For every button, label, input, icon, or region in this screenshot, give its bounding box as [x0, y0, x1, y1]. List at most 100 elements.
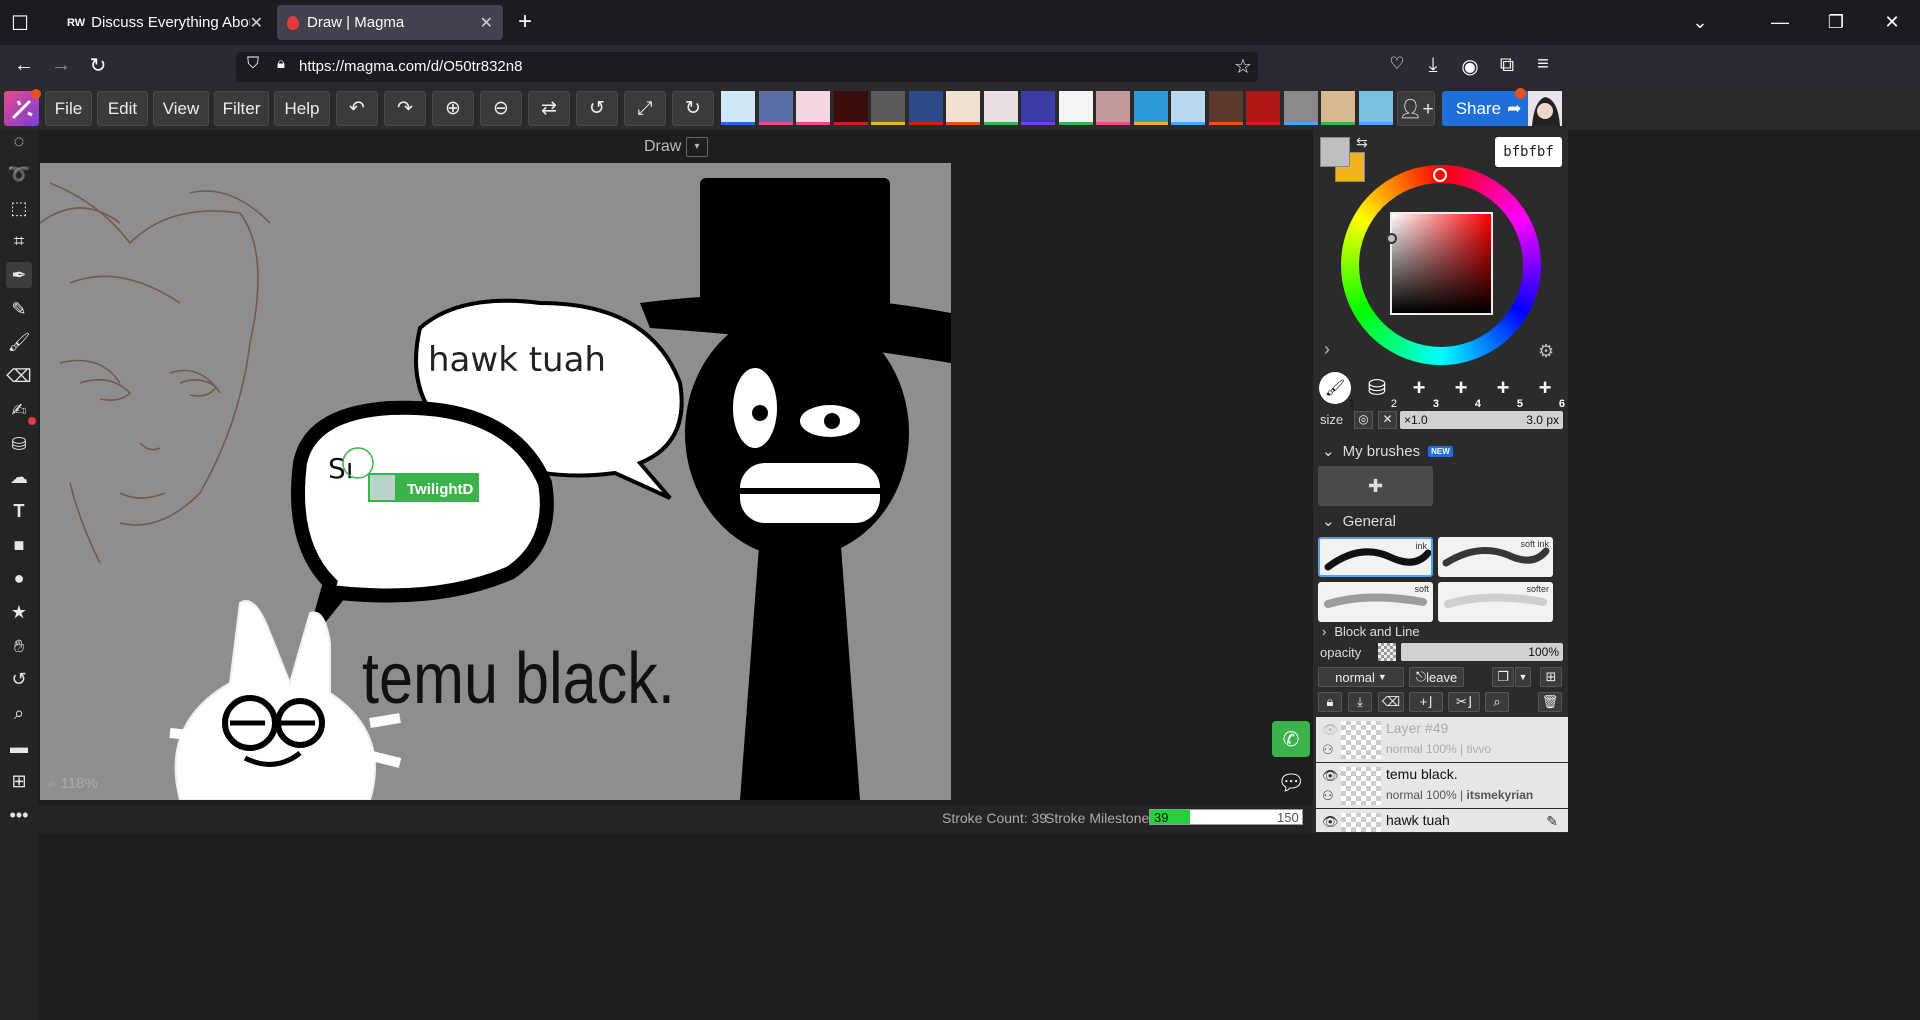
download-icon[interactable]: ⤓ — [1419, 54, 1447, 77]
collaborator-avatar[interactable] — [946, 91, 980, 125]
forward-icon[interactable]: → — [47, 54, 75, 77]
fill-tool[interactable]: ⛁ — [6, 431, 32, 457]
brush-slot-4[interactable]: +4 — [1445, 372, 1481, 410]
tab-magma[interactable]: Draw | Magma ✕ — [277, 5, 503, 40]
blur-tool[interactable]: ☁ — [6, 464, 32, 490]
find-layer-button[interactable]: ⌕ — [1485, 692, 1509, 712]
size-slider[interactable]: ×1.0 3.0 px — [1400, 411, 1563, 429]
edit-menu[interactable]: Edit — [97, 91, 148, 126]
blend-mode-select[interactable]: normal ▼ — [1318, 667, 1404, 687]
merge-down-button[interactable]: ⤓ — [1348, 692, 1372, 712]
shield-icon[interactable]: ⛉ — [239, 55, 267, 73]
eye-icon[interactable]: 👁︎ — [1322, 814, 1339, 830]
zoom-in-button[interactable]: ⊕ — [432, 91, 474, 126]
hand-tool[interactable]: ✋︎ — [6, 633, 32, 659]
layer-options-dropdown[interactable]: ▼ — [1515, 667, 1531, 687]
rotate-right-button[interactable]: ↻ — [672, 91, 714, 126]
swap-colors-icon[interactable]: ⇆ — [1356, 134, 1368, 151]
collaborator-avatar[interactable] — [908, 91, 943, 125]
lock-icon[interactable]: 🔒︎ — [267, 55, 295, 72]
view-menu[interactable]: View — [153, 91, 209, 126]
collaborator-avatar[interactable] — [983, 91, 1018, 125]
layer-row[interactable]: 👁︎ ⚇ temu black. normal 100% | itsmekyri… — [1316, 763, 1568, 809]
rotate-view-tool[interactable]: ↺ — [6, 666, 32, 692]
brush-ink[interactable]: ink — [1318, 537, 1433, 577]
file-menu[interactable]: File — [45, 91, 92, 126]
general-brushes-header[interactable]: ⌄ General — [1322, 512, 1396, 531]
minimize-icon[interactable]: — — [1752, 0, 1808, 45]
layer-row[interactable]: 👁︎ hawk tuah ✎ — [1316, 809, 1568, 833]
collaborator-avatar[interactable] — [833, 91, 868, 125]
close-tab-icon[interactable]: ✕ — [480, 13, 493, 33]
color-handle[interactable] — [1386, 233, 1397, 244]
collaborator-avatar[interactable] — [721, 91, 755, 125]
brush-slot-3[interactable]: +3 — [1403, 372, 1439, 410]
hue-handle[interactable] — [1433, 168, 1447, 182]
comment-tool[interactable]: ▬ — [6, 734, 32, 760]
close-window-icon[interactable]: ✕ — [1864, 0, 1920, 45]
brush-softer[interactable]: softer — [1438, 582, 1553, 622]
close-tab-icon[interactable]: ✕ — [250, 13, 263, 33]
crop-tool[interactable]: ⌗ — [6, 228, 32, 254]
brush-slot-6[interactable]: +6 — [1529, 372, 1565, 410]
collaborator-avatar[interactable] — [1133, 91, 1168, 125]
collaborator-avatar[interactable] — [1058, 91, 1093, 125]
brush-tool[interactable]: 🖌︎ — [6, 329, 32, 355]
eraser-tool[interactable]: ⌫ — [6, 363, 32, 389]
collaborator-avatar[interactable] — [1321, 91, 1355, 125]
invite-user-button[interactable]: 👤︎+ — [1397, 91, 1435, 126]
selection-tool[interactable]: ◌ — [6, 128, 32, 154]
drawing-canvas[interactable]: hawk tuah Sı TwilightD temu black. — [40, 163, 951, 800]
color-wheel[interactable] — [1341, 165, 1541, 365]
size-lock-toggle[interactable]: ✕ — [1378, 411, 1397, 429]
collaborator-avatar[interactable] — [758, 91, 793, 125]
expand-panel-icon[interactable]: › — [1324, 339, 1330, 360]
flip-button[interactable]: ⇄ — [528, 91, 570, 126]
rotate-left-button[interactable]: ↺ — [576, 91, 618, 126]
reload-icon[interactable]: ↻ — [84, 53, 112, 78]
menu-icon[interactable]: ≡ — [1529, 53, 1557, 76]
add-to-selection-button[interactable]: +⌋ — [1409, 692, 1443, 712]
collaborator-avatar[interactable] — [1283, 91, 1318, 125]
extensions-icon[interactable]: ⧉ — [1493, 54, 1521, 77]
user-avatar[interactable] — [1528, 91, 1562, 126]
restore-icon[interactable]: ❐ — [1808, 0, 1864, 45]
delete-layer-button[interactable]: 🗑︎ — [1538, 692, 1562, 712]
pressure-toggle[interactable]: ◎ — [1354, 411, 1373, 429]
voice-call-button[interactable]: ✆ — [1272, 721, 1310, 757]
eyedropper-tool[interactable]: ✒ — [6, 262, 32, 288]
collaborator-avatar[interactable] — [871, 91, 905, 125]
collaborator-avatar[interactable] — [1096, 91, 1130, 125]
my-brushes-header[interactable]: ⌄ My brushes NEW — [1322, 442, 1453, 460]
redo-button[interactable]: ↷ — [384, 91, 426, 126]
more-tools[interactable]: ••• — [6, 802, 32, 828]
filter-menu[interactable]: Filter — [214, 91, 269, 126]
account-icon[interactable]: ◉ — [1456, 54, 1484, 79]
back-icon[interactable]: ← — [10, 54, 38, 77]
gear-icon[interactable]: ⚙ — [1538, 341, 1554, 362]
rectangle-tool[interactable]: ■ — [6, 532, 32, 558]
brush-slot-1[interactable]: 🖌︎ 1 — [1319, 372, 1355, 410]
transform-tool[interactable]: ⬚ — [6, 195, 32, 221]
add-brush-button[interactable]: ✚ — [1318, 466, 1433, 506]
collaborator-avatar[interactable] — [1246, 91, 1280, 125]
help-menu[interactable]: Help — [274, 91, 330, 126]
collaborator-avatar[interactable] — [1358, 91, 1393, 125]
fullscreen-button[interactable]: ⤢ — [624, 91, 666, 126]
layer-row[interactable]: 👁︎ ⚇ Layer #49 normal 100% | tivvo — [1316, 717, 1568, 763]
zoom-tool[interactable]: ⌕ — [6, 700, 32, 726]
collaborator-avatar[interactable] — [1171, 91, 1205, 125]
tab-list-icon[interactable]: ☐ — [6, 11, 34, 36]
undo-button[interactable]: ↶ — [336, 91, 378, 126]
new-tab-button[interactable]: + — [512, 10, 538, 36]
pencil-tool[interactable]: ✎ — [6, 296, 32, 322]
shape-tool[interactable]: ★ — [6, 599, 32, 625]
lasso-tool[interactable]: ➰ — [6, 161, 32, 187]
pocket-icon[interactable]: ♡ — [1383, 54, 1411, 74]
tab-roblox[interactable]: RW Discuss Everything About Roblo ✕ — [57, 5, 273, 40]
chat-button[interactable]: 💬︎ — [1276, 770, 1306, 795]
leave-layer-button[interactable]: ⎋ leave — [1409, 667, 1464, 687]
ellipse-tool[interactable]: ● — [6, 565, 32, 591]
primary-color-swatch[interactable] — [1320, 137, 1350, 167]
mode-dropdown[interactable]: ▾ — [686, 137, 708, 157]
